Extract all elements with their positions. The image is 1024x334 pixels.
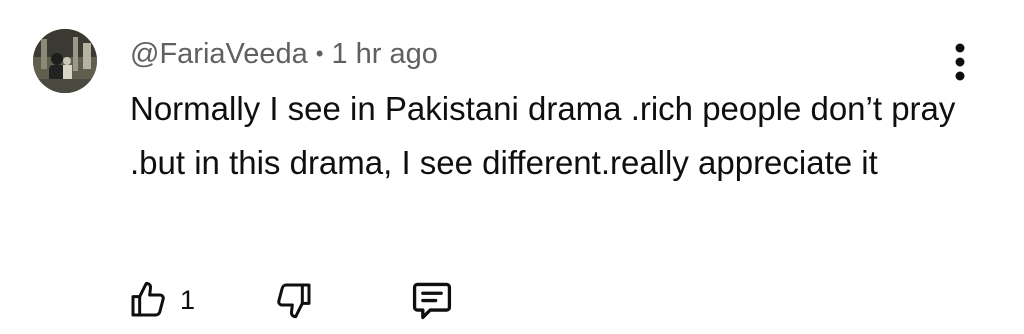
like-button[interactable]: 1 <box>128 272 195 328</box>
comment-card: @FariaVeeda • 1 hr ago Normally I see in… <box>0 0 1024 334</box>
dislike-button[interactable] <box>274 272 314 328</box>
meta-separator: • <box>315 41 324 66</box>
avatar[interactable] <box>33 29 97 93</box>
more-vertical-icon <box>955 43 965 81</box>
comment-header: @FariaVeeda • 1 hr ago <box>130 34 438 74</box>
avatar-photo <box>33 29 97 93</box>
author-name[interactable]: @FariaVeeda <box>130 38 308 71</box>
comment-text: Normally I see in Pakistani drama .rich … <box>130 90 956 181</box>
reply-button[interactable] <box>410 272 454 328</box>
reply-comment-icon <box>412 282 452 320</box>
comment-timestamp[interactable]: 1 hr ago <box>331 38 437 71</box>
thumbs-down-icon <box>277 283 311 319</box>
comment-actions: 1 <box>128 272 528 328</box>
thumbs-up-icon <box>131 281 165 317</box>
like-count: 1 <box>180 284 196 315</box>
more-options-button[interactable] <box>944 40 976 84</box>
